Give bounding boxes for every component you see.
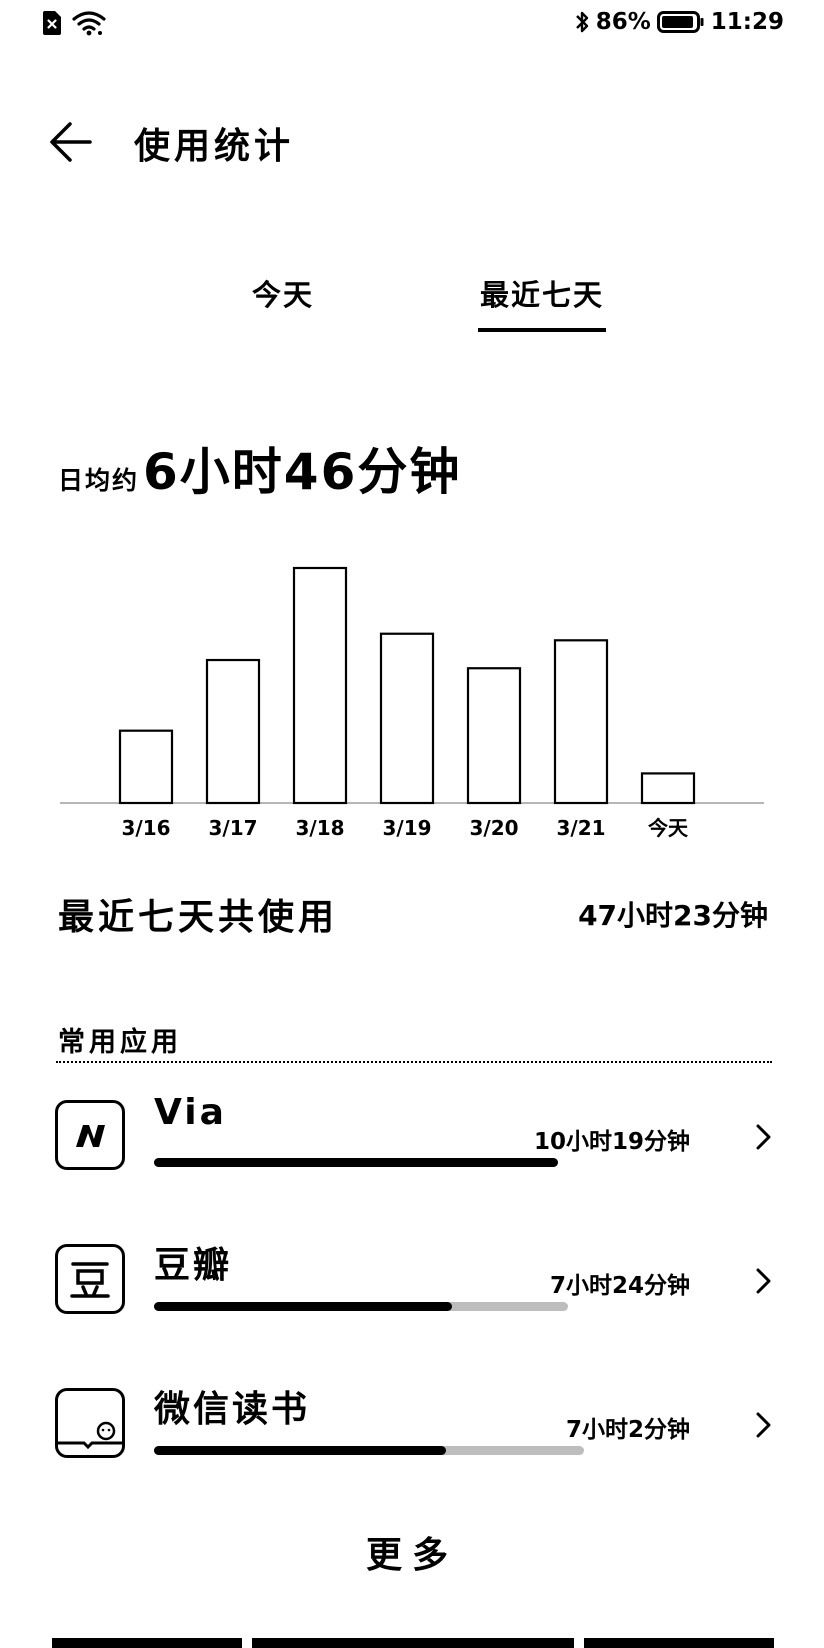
- no-sim-icon: [43, 11, 61, 35]
- app-row-douban[interactable]: 豆瓣 7小时24分钟: [0, 1244, 824, 1354]
- bluetooth-icon: [575, 11, 588, 33]
- battery-percent: 86%: [595, 9, 651, 35]
- status-bar-right: 86% 11:29: [574, 8, 784, 36]
- back-arrow-icon[interactable]: [44, 114, 100, 170]
- battery-icon: [656, 11, 704, 33]
- chart-x-tick-label: 3/20: [469, 816, 518, 840]
- daily-average-label: 日均约: [58, 466, 140, 495]
- bottom-card-edge: [252, 1638, 574, 1648]
- more-button[interactable]: 更多: [0, 1526, 824, 1578]
- tab-today[interactable]: 今天: [252, 272, 314, 314]
- chart-x-tick-label: 今天: [648, 816, 689, 840]
- chevron-right-icon: [756, 1268, 771, 1294]
- chart-bar: [205, 658, 261, 805]
- section-divider: [56, 1061, 772, 1063]
- daily-average: 日均约 6小时46分钟: [58, 432, 461, 504]
- page-title: 使用统计: [134, 126, 295, 167]
- chart-x-tick-label: 3/16: [121, 816, 170, 840]
- chart-bar: [118, 729, 174, 805]
- chart-bar: [379, 632, 435, 805]
- app-name: 豆瓣: [154, 1245, 233, 1286]
- bottom-card-edge: [584, 1638, 774, 1648]
- status-bar-left: [42, 10, 106, 36]
- clock: 11:29: [710, 9, 784, 35]
- chevron-right-icon: [756, 1124, 771, 1150]
- daily-average-value: 6小时46分钟: [143, 443, 462, 501]
- app-row-weread[interactable]: 微信读书 7小时2分钟: [0, 1388, 824, 1498]
- active-tab-indicator: [478, 328, 606, 332]
- app-usage-time: 7小时24分钟: [549, 1273, 690, 1299]
- app-name: Via: [154, 1092, 227, 1133]
- app-row-via[interactable]: Via 10小时19分钟: [0, 1092, 824, 1210]
- usage-bar-fill: [154, 1302, 453, 1311]
- bottom-card-edge: [52, 1638, 242, 1648]
- app-name: 微信读书: [154, 1389, 311, 1430]
- total-usage-value: 47小时23分钟: [578, 899, 768, 932]
- app-usage-time: 7小时2分钟: [565, 1417, 690, 1443]
- chart-bar: [553, 639, 609, 805]
- chart-bar: [292, 566, 348, 805]
- app-usage-time: 10小时19分钟: [533, 1129, 690, 1155]
- usage-bar-fill: [154, 1446, 447, 1455]
- via-icon: [55, 1100, 125, 1170]
- total-usage-label: 最近七天共使用: [58, 897, 339, 938]
- chart-bar: [466, 667, 522, 805]
- usage-bar-track: [154, 1158, 558, 1167]
- frequent-apps-title: 常用应用: [58, 1027, 182, 1058]
- usage-bar-track: [154, 1302, 568, 1311]
- wifi-icon: [72, 11, 106, 36]
- douban-icon: [55, 1244, 125, 1314]
- chart-x-tick-label: 3/19: [382, 816, 431, 840]
- usage-bar-track: [154, 1446, 584, 1455]
- usage-bar-fill: [154, 1158, 558, 1167]
- chart-x-tick-label: 3/18: [295, 816, 344, 840]
- tab-last-seven-days[interactable]: 最近七天: [480, 272, 604, 314]
- chart-x-tick-label: 3/17: [208, 816, 257, 840]
- chevron-right-icon: [756, 1412, 771, 1438]
- chart-x-tick-label: 3/21: [556, 816, 605, 840]
- chart-bar: [640, 772, 696, 805]
- weread-icon: [55, 1388, 125, 1458]
- usage-bar-chart: 3/16 3/17 3/18 3/19 3/20 3/21 今天: [60, 566, 764, 840]
